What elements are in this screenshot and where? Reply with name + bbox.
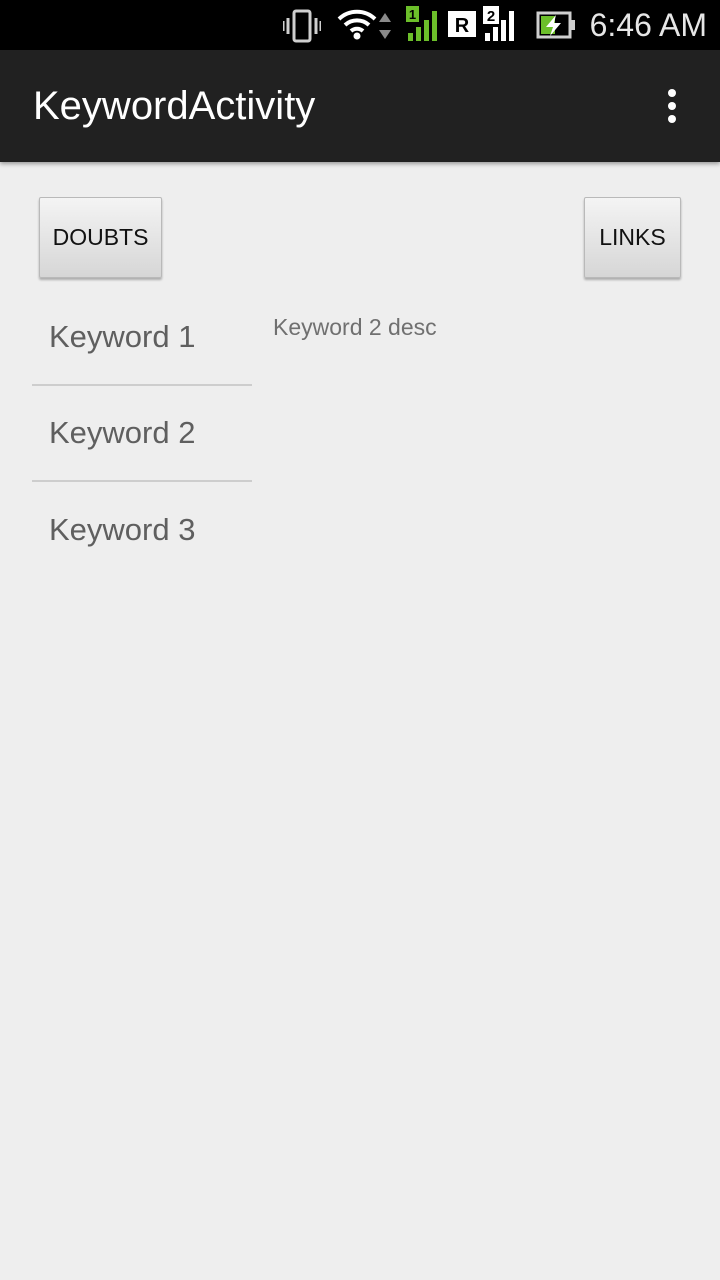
vibrate-icon: [283, 9, 321, 43]
svg-text:1: 1: [409, 7, 416, 22]
status-bar: 1 R 2 6:46 AM: [0, 0, 720, 50]
data-arrows-icon: [379, 13, 391, 39]
list-item-keyword-2[interactable]: Keyword 2: [32, 386, 252, 482]
action-bar: KeywordActivity: [0, 50, 720, 162]
wifi-icon: [337, 9, 377, 40]
status-time: 6:46 AM: [589, 7, 707, 43]
page-title: KeywordActivity: [33, 84, 316, 128]
roaming-icon: R: [448, 11, 476, 37]
battery-charging-icon: [536, 11, 575, 39]
list-item-keyword-3[interactable]: Keyword 3: [32, 482, 252, 578]
keyword-list: Keyword 1 Keyword 2 Keyword 3: [32, 290, 252, 578]
svg-text:2: 2: [487, 8, 495, 25]
doubts-button[interactable]: DOUBTS: [39, 197, 162, 278]
more-vert-icon[interactable]: [652, 86, 692, 126]
svg-text:R: R: [455, 15, 470, 37]
links-button[interactable]: LINKS: [584, 197, 681, 278]
keyword-description: Keyword 2 desc: [273, 314, 437, 340]
list-item-keyword-1[interactable]: Keyword 1: [32, 290, 252, 386]
sim1-signal-icon: 1: [406, 6, 437, 41]
sim2-signal-icon: 2: [483, 6, 514, 41]
